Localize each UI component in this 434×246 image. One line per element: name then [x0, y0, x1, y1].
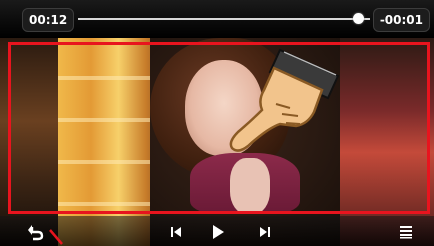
- elapsed-time: 00:12: [22, 8, 75, 32]
- back-arrow-icon[interactable]: [26, 222, 46, 242]
- skip-previous-icon[interactable]: [166, 222, 186, 242]
- progress-thumb[interactable]: [353, 13, 365, 24]
- play-icon[interactable]: [208, 222, 228, 242]
- skip-next-icon[interactable]: [255, 222, 275, 242]
- annotation-line: [49, 229, 63, 245]
- menu-icon[interactable]: [396, 222, 416, 242]
- pointing-hand-icon: [218, 28, 348, 158]
- remaining-time: -00:01: [372, 8, 430, 32]
- progress-track[interactable]: [78, 18, 370, 20]
- top-bar: 00:12 -00:01: [0, 0, 434, 38]
- video-player: 00:12 -00:01: [0, 0, 434, 246]
